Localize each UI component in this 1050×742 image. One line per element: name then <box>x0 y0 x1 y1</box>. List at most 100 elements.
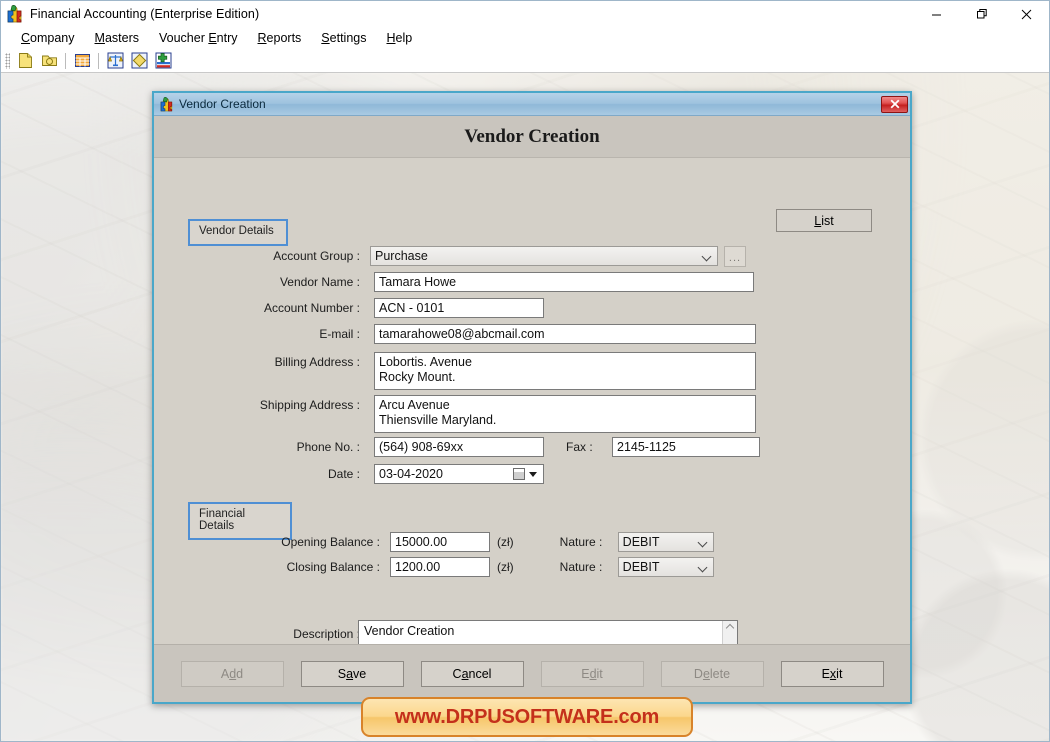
menu-reports[interactable]: Reports <box>248 29 312 47</box>
trial-balance-icon[interactable] <box>104 51 126 71</box>
closing-balance-nature-label: Nature : <box>559 560 603 574</box>
description-value: Vendor Creation <box>364 624 455 638</box>
add-entry-icon[interactable] <box>152 51 174 71</box>
closing-balance-input[interactable]: 1200.00 <box>390 557 490 577</box>
application-client-area: Vendor Creation Vendor Creation Vendor D… <box>1 73 1049 741</box>
opening-balance-label: Opening Balance : <box>281 535 380 549</box>
shipping-address-label: Shipping Address : <box>259 398 360 412</box>
calendar-icon[interactable] <box>513 468 525 480</box>
vendor-creation-dialog: Vendor Creation Vendor Creation Vendor D… <box>152 91 912 704</box>
chevron-down-icon <box>702 251 713 262</box>
menu-voucher-entry[interactable]: Voucher Entry <box>149 29 248 47</box>
chevron-down-icon <box>698 537 709 548</box>
delete-button-mnemonic: e <box>702 666 710 681</box>
menu-company[interactable]: Company <box>11 29 85 47</box>
phone-no-input[interactable]: (564) 908-69xx <box>374 437 544 457</box>
opening-balance-nature-label: Nature : <box>559 535 603 549</box>
dialog-footer: Add Sa ve Ca ncel Ed it De lete Ex it <box>154 644 910 702</box>
description-scrollbar[interactable] <box>722 621 737 644</box>
email-input[interactable]: tamarahowe08@abcmail.com <box>374 324 756 344</box>
fax-input[interactable]: 2145-1125 <box>612 437 760 457</box>
exit-button[interactable]: Ex it <box>780 660 884 687</box>
save-button-mnemonic: a <box>346 666 354 681</box>
main-application-window: Financial Accounting (Enterprise Edition… <box>0 0 1050 742</box>
closing-balance-nature-select[interactable]: DEBIT <box>617 557 714 577</box>
dialog-body: Vendor Details List Account Group : Purc… <box>154 158 910 644</box>
menu-voucher-entry-label: ntry <box>216 31 238 45</box>
dialog-titlebar: Vendor Creation <box>154 93 910 116</box>
cancel-button-rest: ncel <box>468 666 492 681</box>
add-button-prefix: A <box>220 666 230 681</box>
shipping-address-input[interactable]: Arcu Avenue Thiensville Maryland. <box>374 395 756 433</box>
scroll-up-icon[interactable] <box>726 623 735 632</box>
cancel-button-prefix: C <box>452 666 462 681</box>
section-tab-financial-details-label: Financial Details <box>199 508 246 532</box>
toolbar-separator <box>65 52 66 69</box>
menu-masters-label: asters <box>104 31 139 45</box>
field-row-billing-address: Billing Address : Lobortis. Avenue Rocky… <box>240 352 840 390</box>
section-tab-vendor-details[interactable]: Vendor Details <box>188 219 288 246</box>
menubar: Company Masters Voucher Entry Reports Se… <box>1 27 1049 49</box>
add-button-rest: d <box>236 666 244 681</box>
opening-balance-input[interactable]: 15000.00 <box>390 532 490 552</box>
delete-button[interactable]: De lete <box>660 660 764 687</box>
account-group-select[interactable]: Purchase <box>370 246 718 266</box>
account-group-value: Purchase <box>375 248 428 263</box>
menu-help-label: elp <box>395 31 413 45</box>
account-number-input[interactable]: ACN - 0101 <box>374 298 544 318</box>
watermark-text: www.DRPUSOFTWARE.com <box>394 705 660 728</box>
maximize-restore-button[interactable] <box>959 1 1004 27</box>
delete-button-prefix: D <box>693 666 703 681</box>
add-button[interactable]: Add <box>180 660 284 687</box>
exit-button-prefix: E <box>821 666 830 681</box>
date-input[interactable]: 03-04-2020 <box>374 464 544 484</box>
account-group-label: Account Group : <box>273 249 360 263</box>
vendor-name-input[interactable]: Tamara Howe <box>374 272 754 292</box>
field-row-account-group: Account Group : Purchase ... <box>240 246 840 267</box>
save-button[interactable]: Sa ve <box>300 660 404 687</box>
app-puzzle-icon <box>6 5 24 23</box>
voucher-icon[interactable] <box>128 51 150 71</box>
open-company-icon[interactable] <box>38 51 60 71</box>
account-number-label: Account Number : <box>263 301 360 315</box>
opening-balance-nature-select[interactable]: DEBIT <box>617 532 714 552</box>
menu-masters[interactable]: Masters <box>85 29 149 47</box>
edit-button[interactable]: Ed it <box>540 660 644 687</box>
save-button-prefix: S <box>337 666 347 681</box>
toolbar-grip[interactable] <box>5 52 10 69</box>
menu-voucher-entry-prefix: Voucher <box>158 31 209 45</box>
minimize-button[interactable] <box>914 1 959 27</box>
chevron-down-icon[interactable] <box>529 472 537 477</box>
window-controls <box>914 1 1049 27</box>
field-row-vendor-name: Vendor Name : Tamara Howe <box>240 272 840 292</box>
dialog-title: Vendor Creation <box>179 97 266 111</box>
field-row-phone-fax: Phone No. : (564) 908-69xx Fax : 2145-11… <box>240 437 860 457</box>
list-button[interactable]: List <box>776 209 872 232</box>
field-row-account-number: Account Number : ACN - 0101 <box>240 298 840 318</box>
menu-reports-label: eports <box>266 31 302 45</box>
edit-button-mnemonic: d <box>589 666 597 681</box>
exit-button-rest: it <box>836 666 843 681</box>
cancel-button[interactable]: Ca ncel <box>420 660 524 687</box>
field-row-email: E-mail : tamarahowe08@abcmail.com <box>240 324 840 344</box>
menu-help[interactable]: Help <box>376 29 422 47</box>
section-tab-vendor-details-label: Vendor Details <box>199 225 274 237</box>
description-textarea[interactable]: Vendor Creation <box>358 620 738 644</box>
window-titlebar: Financial Accounting (Enterprise Edition… <box>1 1 1049 27</box>
opening-balance-nature-value: DEBIT <box>622 534 660 549</box>
field-row-shipping-address: Shipping Address : Arcu Avenue Thiensvil… <box>240 395 840 433</box>
billing-address-input[interactable]: Lobortis. Avenue Rocky Mount. <box>374 352 756 390</box>
phone-no-label: Phone No. : <box>296 440 360 454</box>
ledger-icon[interactable] <box>71 51 93 71</box>
menu-settings[interactable]: Settings <box>311 29 376 47</box>
menu-settings-label: ettings <box>329 31 367 45</box>
list-button-label: ist <box>821 213 834 228</box>
dialog-close-button[interactable] <box>881 95 908 113</box>
new-company-icon[interactable] <box>14 51 36 71</box>
field-row-date: Date : 03-04-2020 <box>240 464 840 484</box>
account-group-browse-button[interactable]: ... <box>724 246 746 267</box>
vendor-name-label: Vendor Name : <box>279 275 360 289</box>
close-button[interactable] <box>1004 1 1049 27</box>
description-label: Description : <box>293 627 360 641</box>
closing-balance-currency-unit: (zł) <box>497 560 514 574</box>
